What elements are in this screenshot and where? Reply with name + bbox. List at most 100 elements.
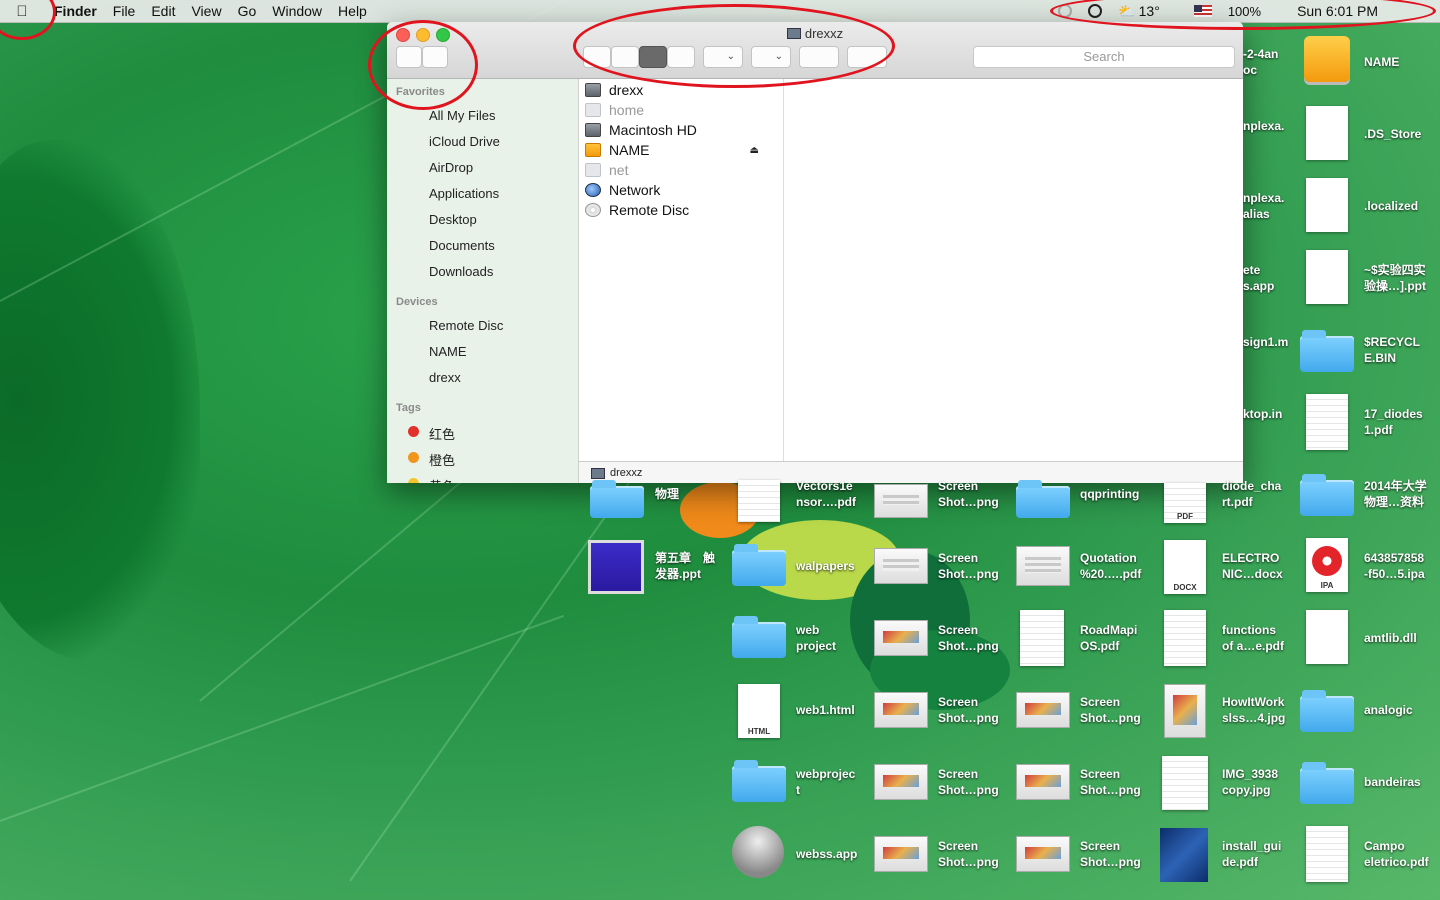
html-file-icon[interactable]: HTML <box>738 684 780 738</box>
desktop-icon-label[interactable]: nplexa. <box>1243 118 1293 134</box>
desktop-icon-label[interactable]: Screen Shot…png <box>938 550 1018 582</box>
desktop-icon-label[interactable]: $RECYCL E.BIN <box>1364 334 1440 366</box>
folder-icon[interactable] <box>1016 480 1070 518</box>
document-icon[interactable] <box>1306 178 1348 232</box>
screenshot-thumbnail-icon[interactable] <box>874 484 928 518</box>
weather-status[interactable]: ⛅ 13° <box>1110 3 1168 20</box>
desktop-icon-label[interactable]: Screen Shot…png <box>1080 694 1160 726</box>
image-thumbnail-icon[interactable] <box>1162 756 1208 810</box>
pdf-document-icon[interactable] <box>1016 546 1070 586</box>
screenshot-thumbnail-icon[interactable] <box>874 836 928 872</box>
image-thumbnail-icon[interactable] <box>1164 684 1206 738</box>
share-button[interactable] <box>799 46 839 68</box>
desktop-icon-label[interactable]: Quotation %20.….pdf <box>1080 550 1160 582</box>
desktop-icon-label[interactable]: HowItWork slss…4.jpg <box>1222 694 1302 726</box>
ipa-file-icon[interactable]: IPA <box>1306 538 1348 592</box>
desktop-icon-label[interactable]: .localized <box>1364 198 1440 214</box>
screenshot-thumbnail-icon[interactable] <box>874 620 928 656</box>
menu-edit[interactable]: Edit <box>143 0 183 22</box>
menu-help[interactable]: Help <box>330 0 375 22</box>
path-bar-item[interactable]: drexxz <box>610 467 642 479</box>
desktop-icon-label[interactable]: -2-4an oc <box>1243 46 1293 78</box>
desktop-icon-label[interactable]: Screen Shot…png <box>938 622 1018 654</box>
sidebar-item-remote-disc[interactable]: Remote Disc <box>429 318 503 333</box>
sidebar-item-downloads[interactable]: Downloads <box>429 264 493 279</box>
sidebar-tag-orange[interactable]: 橙色 <box>429 450 455 469</box>
tags-button[interactable] <box>847 46 887 68</box>
document-icon[interactable] <box>1306 610 1348 664</box>
folder-icon[interactable] <box>1300 474 1354 516</box>
desktop-icon-label[interactable]: diode_cha rt.pdf <box>1222 478 1302 510</box>
menu-view[interactable]: View <box>183 0 229 22</box>
pdf-document-icon[interactable] <box>1306 826 1348 882</box>
desktop-icon-label[interactable]: Vectors1e nsor….pdf <box>796 478 876 510</box>
screenshot-thumbnail-icon[interactable] <box>1016 836 1070 872</box>
desktop-icon-label[interactable]: amtlib.dll <box>1364 630 1440 646</box>
sidebar-item-drexx[interactable]: drexx <box>429 370 461 385</box>
desktop-icon-label[interactable]: bandeiras <box>1364 774 1440 790</box>
desktop-icon-label[interactable]: qqprinting <box>1080 486 1160 502</box>
folder-icon[interactable] <box>732 544 786 586</box>
desktop-icon-label[interactable]: analogic <box>1364 702 1440 718</box>
desktop-icon-label[interactable]: webprojec t <box>796 766 876 798</box>
pdf-document-icon[interactable] <box>1160 828 1208 882</box>
view-coverflow-button[interactable] <box>667 46 695 68</box>
menu-app-finder[interactable]: Finder <box>44 0 105 22</box>
sidebar-item-applications[interactable]: Applications <box>429 186 499 201</box>
desktop-icon-label[interactable]: ktop.in <box>1243 406 1293 422</box>
pdf-document-icon[interactable] <box>1020 610 1064 666</box>
desktop-icon-label[interactable]: Screen Shot…png <box>938 478 1018 510</box>
battery-percentage[interactable]: 100% <box>1220 4 1289 19</box>
desktop-icon-label[interactable]: ELECTRO NIC…docx <box>1222 550 1302 582</box>
search-field[interactable]: Search <box>973 46 1235 68</box>
view-icon-button[interactable] <box>583 46 611 68</box>
desktop-icon-label[interactable]: nplexa. alias <box>1243 190 1293 222</box>
desktop-icon-label[interactable]: ete s.app <box>1243 262 1293 294</box>
desktop-icon-label[interactable]: 第五章 触 发器.ppt <box>655 550 735 582</box>
desktop-icon-label[interactable]: RoadMapi OS.pdf <box>1080 622 1160 654</box>
desktop-icon-label[interactable]: NAME <box>1364 54 1440 70</box>
sidebar-tag-red[interactable]: 红色 <box>429 424 455 443</box>
pdf-document-icon[interactable] <box>1306 394 1348 450</box>
desktop-icon-label[interactable]: Screen Shot…png <box>1080 838 1160 870</box>
pdf-document-icon[interactable] <box>1164 610 1206 666</box>
presentation-icon[interactable] <box>588 540 644 594</box>
sidebar-item-documents[interactable]: Documents <box>429 238 495 253</box>
sidebar-item-icloud-drive[interactable]: iCloud Drive <box>429 134 500 149</box>
list-item[interactable]: Macintosh HD <box>585 120 697 140</box>
clock[interactable]: Sun 6:01 PM <box>1289 3 1440 19</box>
list-item[interactable]: Remote Disc <box>585 200 689 220</box>
sidebar-tag-yellow[interactable]: 黄色 <box>429 476 455 483</box>
desktop-icon-label[interactable]: walpapers <box>796 558 876 574</box>
list-item[interactable]: Network <box>585 180 660 200</box>
screenshot-thumbnail-icon[interactable] <box>1016 764 1070 800</box>
desktop-icon-label[interactable]: ~$实验四实 验操…].ppt <box>1364 262 1440 294</box>
desktop-icon-label[interactable]: Campo eletrico.pdf <box>1364 838 1440 870</box>
desktop-icon-label[interactable]: web project <box>796 622 876 654</box>
document-icon[interactable] <box>1306 106 1348 160</box>
desktop-icon-label[interactable]: .DS_Store <box>1364 126 1440 142</box>
automator-app-icon[interactable] <box>732 826 784 878</box>
desktop-icon-label[interactable]: Screen Shot…png <box>938 766 1018 798</box>
sidebar-item-all-my-files[interactable]: All My Files <box>429 108 495 123</box>
desktop-icon-label[interactable]: sign1.m <box>1243 334 1293 350</box>
view-column-button[interactable] <box>639 46 667 68</box>
sidebar-item-airdrop[interactable]: AirDrop <box>429 160 473 175</box>
folder-icon[interactable] <box>1300 762 1354 804</box>
desktop-icon-label[interactable]: IMG_3938 copy.jpg <box>1222 766 1302 798</box>
list-item[interactable]: drexx <box>585 80 643 100</box>
dashlane-icon[interactable] <box>1050 4 1080 18</box>
screenshot-thumbnail-icon[interactable] <box>1016 692 1070 728</box>
folder-icon[interactable] <box>732 760 786 802</box>
list-item[interactable]: NAME ⏏ <box>585 140 775 160</box>
apple-menu-icon[interactable]:  <box>0 0 44 22</box>
input-source-flag-icon[interactable] <box>1186 5 1220 17</box>
record-icon[interactable] <box>1080 4 1110 18</box>
desktop-icon-label[interactable]: functions of a…e.pdf <box>1222 622 1302 654</box>
pdf-document-icon[interactable]: PDF <box>1164 483 1206 523</box>
desktop-icon-label[interactable]: Screen Shot…png <box>938 838 1018 870</box>
desktop-icon-label[interactable]: 17_diodes 1.pdf <box>1364 406 1440 438</box>
folder-icon[interactable] <box>1300 690 1354 732</box>
list-item[interactable]: home <box>585 100 644 120</box>
eject-icon[interactable]: ⏏ <box>750 145 759 156</box>
